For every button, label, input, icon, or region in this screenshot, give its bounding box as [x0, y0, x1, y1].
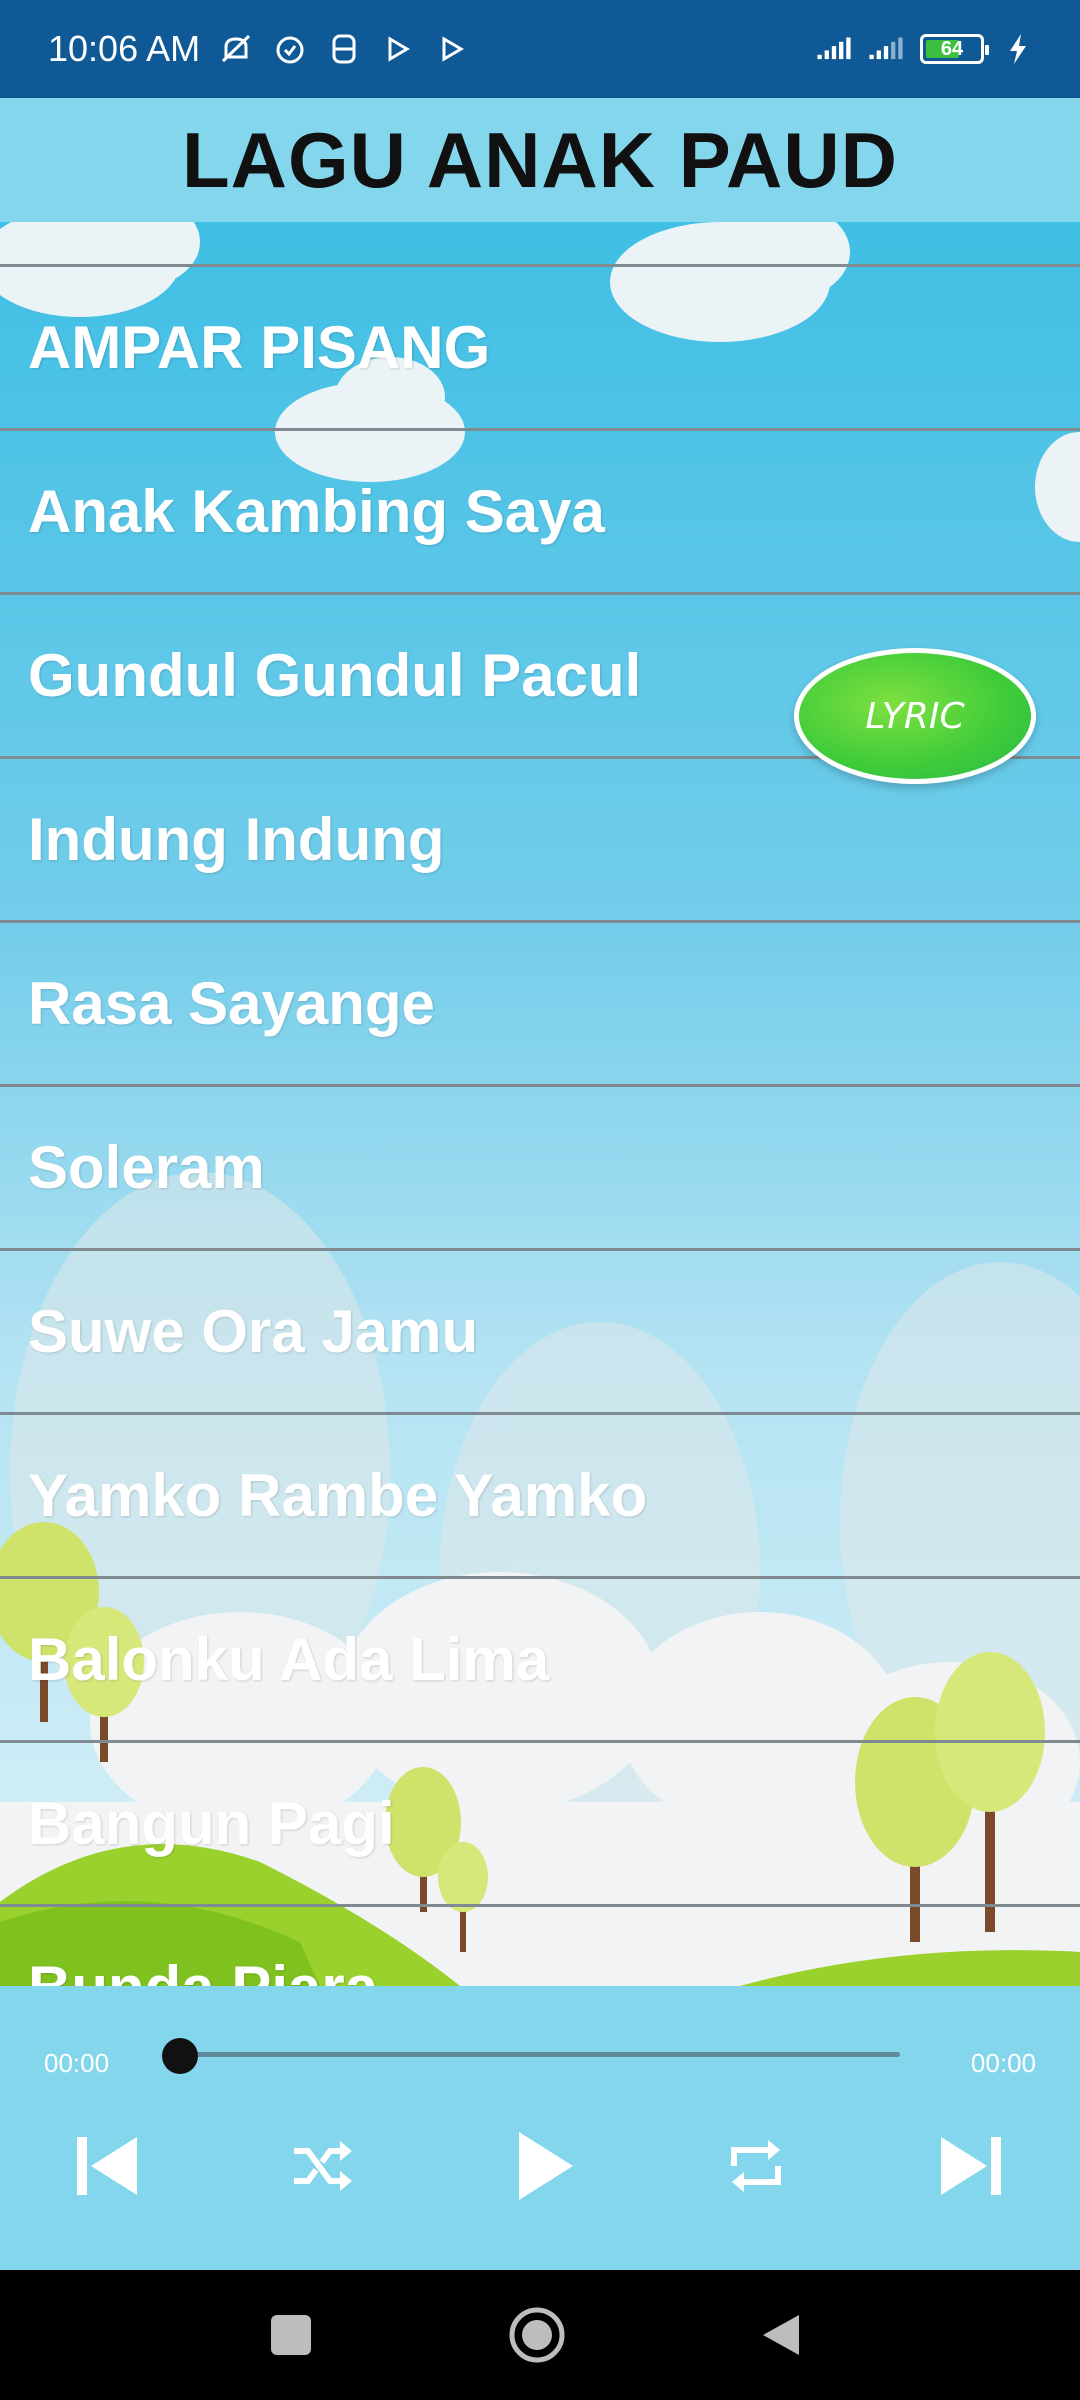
- seek-bar[interactable]: [180, 2052, 900, 2057]
- total-time: 00:00: [970, 2048, 1036, 2078]
- s-app-icon: [326, 31, 362, 67]
- song-title: Balonku Ada Lima: [28, 1626, 550, 1693]
- next-icon: [941, 2137, 1001, 2195]
- song-title: Rasa Sayange: [28, 970, 435, 1037]
- battery-icon: 64: [920, 34, 989, 64]
- lyric-button[interactable]: LYRIC: [794, 648, 1036, 784]
- header-bar: LAGU ANAK PAUD: [0, 98, 1080, 222]
- song-row[interactable]: Suwe Ora Jamu: [0, 1248, 1080, 1412]
- shuffle-icon: [294, 2141, 352, 2191]
- media-player: 00:00 00:00: [0, 1986, 1080, 2270]
- song-row[interactable]: Rasa Sayange: [0, 920, 1080, 1084]
- recents-icon: [271, 2315, 311, 2355]
- play-button[interactable]: [484, 2106, 604, 2226]
- song-row[interactable]: Bunda Piara: [0, 1904, 1080, 1986]
- play-store-icon: [434, 31, 470, 67]
- song-title: Anak Kambing Saya: [28, 478, 605, 545]
- battery-level: 64: [940, 37, 964, 60]
- song-title: Indung Indung: [28, 806, 445, 873]
- song-list-area[interactable]: AMPAR PISANG Anak Kambing Saya Gundul Gund…: [0, 222, 1080, 1986]
- play-icon: [519, 2132, 573, 2200]
- seek-thumb[interactable]: [162, 2038, 198, 2074]
- song-title: Gundul Gundul Pacul: [28, 642, 642, 709]
- back-icon: [763, 2315, 799, 2355]
- player-controls: [0, 2106, 1080, 2226]
- recents-button[interactable]: [256, 2300, 326, 2370]
- shuffle-button[interactable]: [262, 2106, 382, 2226]
- lyric-button-label: LYRIC: [865, 695, 965, 737]
- song-title: Bangun Pagi: [28, 1790, 395, 1857]
- current-time: 00:00: [44, 2048, 110, 2078]
- status-bar: 10:06 AM 64: [0, 0, 1080, 98]
- repeat-icon: [731, 2140, 781, 2192]
- home-button[interactable]: [502, 2300, 572, 2370]
- play-store-icon: [380, 31, 416, 67]
- next-button[interactable]: [912, 2106, 1032, 2226]
- status-left: 10:06 AM: [48, 28, 470, 70]
- page-title: LAGU ANAK PAUD: [182, 115, 898, 204]
- signal-icon: [868, 31, 904, 67]
- previous-button[interactable]: [46, 2106, 166, 2226]
- song-title: AMPAR PISANG: [28, 314, 491, 381]
- song-row[interactable]: Yamko Rambe Yamko: [0, 1412, 1080, 1576]
- song-list: AMPAR PISANG Anak Kambing Saya Gundul Gund…: [0, 264, 1080, 1986]
- previous-icon: [77, 2137, 137, 2195]
- song-row[interactable]: Soleram: [0, 1084, 1080, 1248]
- charging-icon: [1000, 31, 1036, 67]
- song-title: Yamko Rambe Yamko: [28, 1462, 648, 1529]
- repeat-button[interactable]: [696, 2106, 816, 2226]
- mute-icon: [218, 31, 254, 67]
- song-row[interactable]: AMPAR PISANG: [0, 264, 1080, 428]
- song-row[interactable]: Balonku Ada Lima: [0, 1576, 1080, 1740]
- song-title: Soleram: [28, 1134, 265, 1201]
- song-row[interactable]: Bangun Pagi: [0, 1740, 1080, 1904]
- home-icon: [509, 2307, 565, 2363]
- system-nav-bar: [0, 2270, 1080, 2400]
- signal-icon: [816, 31, 852, 67]
- status-right: 64: [816, 31, 1036, 67]
- song-title: Bunda Piara: [28, 1953, 378, 1986]
- song-title: Suwe Ora Jamu: [28, 1298, 479, 1365]
- back-button[interactable]: [746, 2300, 816, 2370]
- alarm-icon: [272, 31, 308, 67]
- song-row[interactable]: Anak Kambing Saya: [0, 428, 1080, 592]
- status-time: 10:06 AM: [48, 28, 201, 69]
